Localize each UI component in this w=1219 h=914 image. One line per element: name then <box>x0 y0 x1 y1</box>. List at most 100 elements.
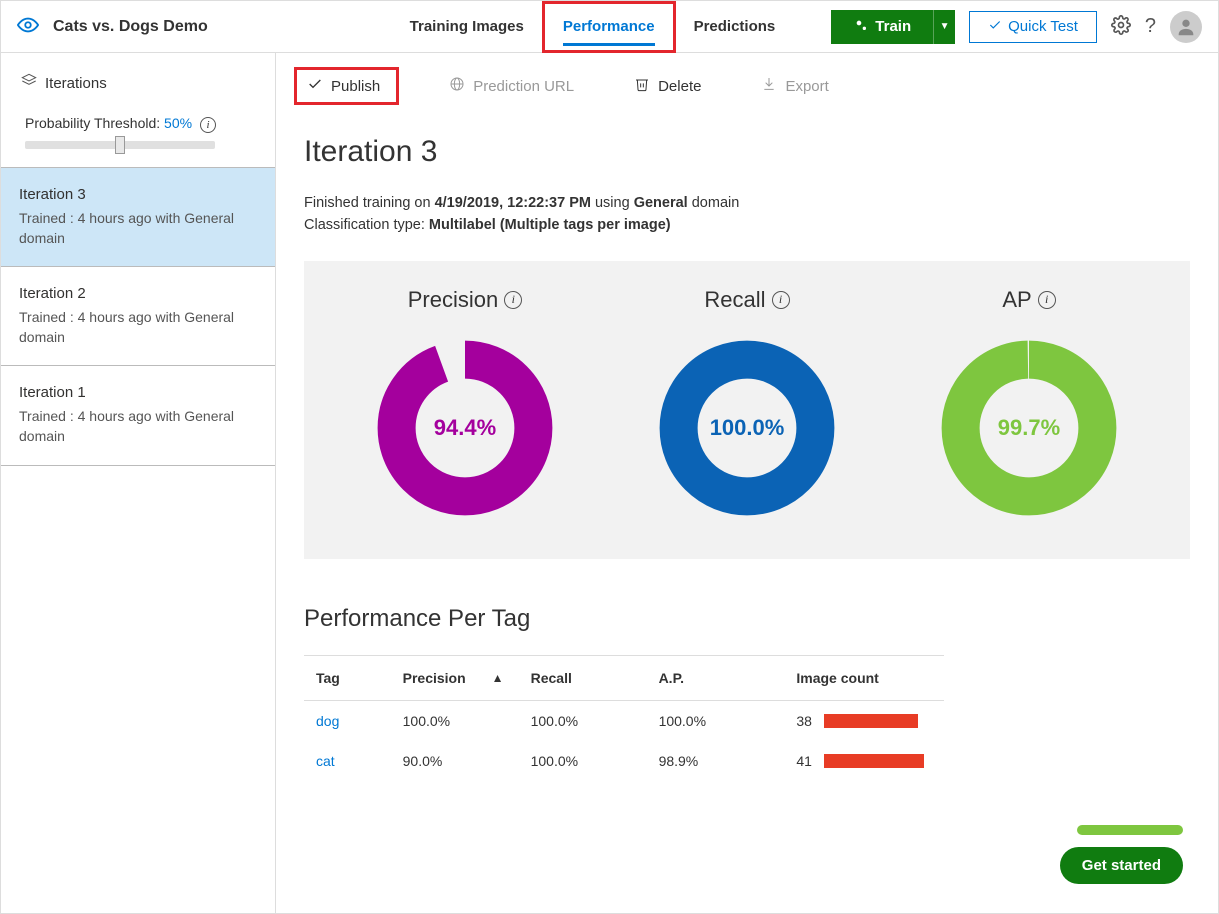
iteration-title: Iteration 1 <box>19 384 257 401</box>
per-tag-heading: Performance Per Tag <box>304 605 1190 633</box>
get-started-fab: Get started <box>1060 825 1183 884</box>
sidebar-item-iteration-2[interactable]: Iteration 2 Trained : 4 hours ago with G… <box>1 267 275 366</box>
header: Cats vs. Dogs Demo Training Images Perfo… <box>1 1 1218 53</box>
iteration-subtitle: Trained : 4 hours ago with General domai… <box>19 407 257 446</box>
iterations-label: Iterations <box>45 75 107 92</box>
sidebar-item-iteration-3[interactable]: Iteration 3 Trained : 4 hours ago with G… <box>1 168 275 267</box>
sidebar: Iterations Probability Threshold: 50% i … <box>1 53 276 913</box>
metrics-panel: Precisioni 94.4% Recalli 100.0% APi <box>304 261 1190 559</box>
meta-classification: Multilabel (Multiple tags per image) <box>429 217 671 233</box>
trash-icon <box>634 76 650 96</box>
ap-donut: 99.7% <box>934 333 1124 523</box>
precision-value: 94.4% <box>434 415 496 441</box>
col-recall[interactable]: Recall <box>531 670 659 686</box>
check-icon <box>988 18 1002 36</box>
table-header-row: Tag Precision▲ Recall A.P. Image count <box>304 655 944 701</box>
main-content: Publish Prediction URL Delete Export Ite… <box>276 53 1218 913</box>
sidebar-iterations-header: Iterations <box>1 53 275 107</box>
vision-logo-icon <box>17 14 39 39</box>
prediction-url-label: Prediction URL <box>473 78 574 95</box>
settings-icon[interactable] <box>1111 15 1131 38</box>
info-icon[interactable]: i <box>1038 291 1056 309</box>
tab-predictions[interactable]: Predictions <box>676 1 794 53</box>
download-icon <box>761 76 777 96</box>
meta-text: using <box>591 195 634 211</box>
tab-training-images[interactable]: Training Images <box>392 1 542 53</box>
project-title: Cats vs. Dogs Demo <box>53 18 273 36</box>
get-started-button[interactable]: Get started <box>1060 847 1183 884</box>
metric-label: Recall <box>704 287 765 313</box>
slider-thumb[interactable] <box>115 136 125 154</box>
iteration-meta: Finished training on 4/19/2019, 12:22:37… <box>304 193 1190 237</box>
layers-icon <box>21 73 37 93</box>
cell-precision: 100.0% <box>403 713 531 729</box>
count-bar <box>824 754 924 768</box>
col-tag[interactable]: Tag <box>304 670 403 686</box>
globe-icon <box>449 76 465 96</box>
threshold-control: Probability Threshold: 50% i <box>1 107 275 167</box>
tag-link[interactable]: cat <box>304 753 403 769</box>
iteration-title: Iteration 2 <box>19 285 257 302</box>
tab-performance[interactable]: Performance <box>542 1 676 53</box>
threshold-label: Probability Threshold: <box>25 115 164 131</box>
table-row: dog 100.0% 100.0% 100.0% 38 <box>304 701 944 741</box>
prediction-url-button: Prediction URL <box>439 70 584 102</box>
sort-asc-icon: ▲ <box>492 671 504 685</box>
train-dropdown[interactable]: ▼ <box>933 10 955 44</box>
cell-count: 38 <box>796 713 944 729</box>
iteration-heading: Iteration 3 <box>304 135 1190 169</box>
cell-recall: 100.0% <box>531 713 659 729</box>
quick-test-label: Quick Test <box>1008 18 1078 35</box>
cell-ap: 100.0% <box>659 713 797 729</box>
tag-link[interactable]: dog <box>304 713 403 729</box>
meta-text: domain <box>688 195 740 211</box>
col-ap[interactable]: A.P. <box>659 670 797 686</box>
threshold-slider[interactable] <box>25 141 215 149</box>
metric-ap: AP i 99.7% <box>934 287 1124 523</box>
nav-tabs: Training Images Performance Predictions <box>392 1 794 53</box>
metric-precision: Precision i 94.4% <box>370 287 560 523</box>
info-icon[interactable]: i <box>200 117 216 133</box>
info-icon[interactable]: i <box>772 291 790 309</box>
quick-test-button[interactable]: Quick Test <box>969 11 1097 43</box>
meta-text: Finished training on <box>304 195 435 211</box>
fab-indicator <box>1077 825 1183 835</box>
iteration-subtitle: Trained : 4 hours ago with General domai… <box>19 308 257 347</box>
meta-text: Classification type: <box>304 217 429 233</box>
check-icon <box>307 76 323 96</box>
per-tag-table: Tag Precision▲ Recall A.P. Image count d… <box>304 655 944 781</box>
threshold-value: 50% <box>164 115 192 131</box>
cell-ap: 98.9% <box>659 753 797 769</box>
sidebar-item-iteration-1[interactable]: Iteration 1 Trained : 4 hours ago with G… <box>1 366 275 465</box>
meta-domain: General <box>634 195 688 211</box>
cell-precision: 90.0% <box>403 753 531 769</box>
col-count[interactable]: Image count <box>796 670 944 686</box>
count-bar <box>824 714 918 728</box>
publish-button[interactable]: Publish <box>294 67 399 105</box>
meta-date: 4/19/2019, 12:22:37 PM <box>435 195 591 211</box>
metric-recall: Recalli 100.0% <box>652 287 842 523</box>
table-row: cat 90.0% 100.0% 98.9% 41 <box>304 741 944 781</box>
publish-label: Publish <box>331 78 380 95</box>
col-precision[interactable]: Precision▲ <box>403 670 531 686</box>
recall-value: 100.0% <box>710 415 785 441</box>
help-icon[interactable]: ? <box>1145 15 1156 38</box>
export-button: Export <box>751 70 838 102</box>
export-label: Export <box>785 78 828 95</box>
ap-value: 99.7% <box>998 415 1060 441</box>
recall-donut: 100.0% <box>652 333 842 523</box>
delete-label: Delete <box>658 78 701 95</box>
metric-label: AP <box>1002 287 1031 313</box>
cell-recall: 100.0% <box>531 753 659 769</box>
train-button[interactable]: Train ▼ <box>831 10 955 44</box>
action-bar: Publish Prediction URL Delete Export <box>276 53 1218 119</box>
info-icon[interactable]: i <box>504 291 522 309</box>
gears-icon <box>853 17 869 37</box>
precision-donut: 94.4% <box>370 333 560 523</box>
delete-button[interactable]: Delete <box>624 70 711 102</box>
iteration-title: Iteration 3 <box>19 186 257 203</box>
cell-count: 41 <box>796 753 944 769</box>
iteration-subtitle: Trained : 4 hours ago with General domai… <box>19 209 257 248</box>
avatar[interactable] <box>1170 11 1202 43</box>
metric-label: Precision <box>408 287 498 313</box>
